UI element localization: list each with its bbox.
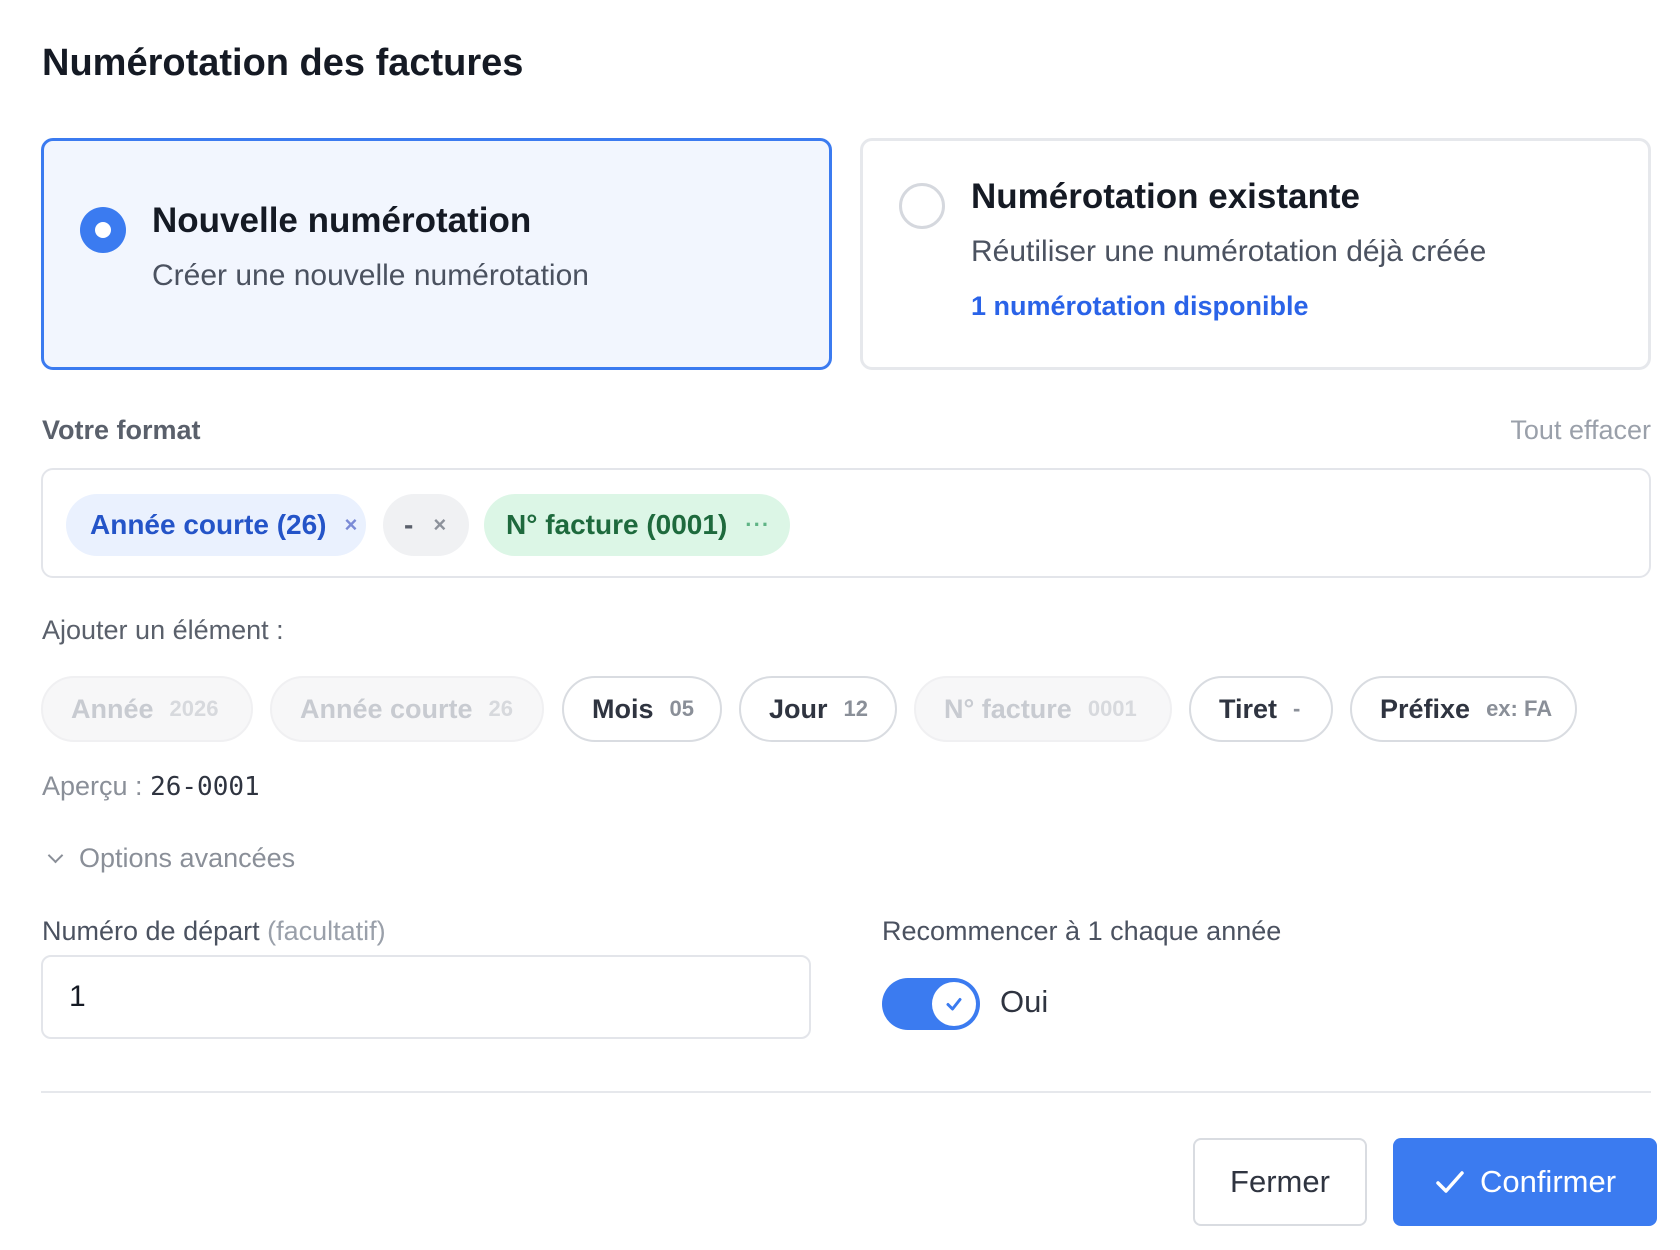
add-dash-button[interactable]: Tiret - — [1189, 676, 1333, 742]
option-existing-numbering[interactable]: Numérotation existante Réutiliser une nu… — [860, 138, 1651, 370]
page-title: Numérotation des factures — [42, 42, 524, 84]
start-number-label-text: Numéro de départ — [42, 916, 260, 946]
toggle-state-label: Oui — [1000, 984, 1049, 1019]
available-numberings-link[interactable]: 1 numérotation disponible — [971, 291, 1309, 322]
footer-divider — [41, 1091, 1651, 1093]
pill-label: Année — [71, 693, 154, 724]
pill-label: Préfixe — [1380, 693, 1471, 724]
close-button-label: Fermer — [1230, 1164, 1330, 1199]
pill-label: Année courte — [300, 693, 473, 724]
pill-sample: 26 — [488, 696, 514, 721]
pill-sample: 05 — [669, 696, 694, 721]
preview-value: 26-0001 — [150, 772, 260, 802]
more-options-icon[interactable]: ··· — [745, 512, 770, 538]
option-new-numbering[interactable]: Nouvelle numérotation Créer une nouvelle… — [41, 138, 832, 370]
add-invoice-number-button: N° facture 0001 — [914, 676, 1172, 742]
pill-sample: 12 — [843, 696, 868, 721]
add-prefix-button[interactable]: Préfixe ex: FA — [1350, 676, 1577, 742]
radio-unselected-icon[interactable] — [899, 183, 945, 229]
reset-yearly-toggle[interactable] — [882, 978, 980, 1030]
preview-label: Aperçu : — [42, 771, 143, 801]
close-button[interactable]: Fermer — [1193, 1138, 1367, 1226]
add-day-button[interactable]: Jour 12 — [739, 676, 897, 742]
confirm-button-label: Confirmer — [1479, 1164, 1617, 1199]
pill-sample: - — [1293, 696, 1301, 721]
add-element-label: Ajouter un élément : — [42, 615, 284, 645]
confirm-button[interactable]: Confirmer — [1393, 1138, 1657, 1226]
pill-sample: 0001 — [1087, 696, 1137, 721]
advanced-options-label: Options avancées — [79, 843, 296, 873]
option-existing-title: Numérotation existante — [971, 177, 1360, 216]
pill-label: Mois — [592, 693, 654, 724]
add-year-button: Année 2026 — [41, 676, 253, 742]
check-icon — [946, 998, 962, 1011]
check-icon — [1436, 1171, 1464, 1193]
radio-selected-icon[interactable] — [80, 207, 126, 253]
option-new-title: Nouvelle numérotation — [152, 201, 532, 240]
chip-label: N° facture (0001) — [506, 509, 728, 540]
chip-label: - — [404, 509, 414, 540]
optional-hint: (facultatif) — [267, 916, 386, 946]
remove-icon[interactable]: × — [345, 512, 358, 538]
format-builder: Année courte (26) × - × N° facture (0001… — [41, 468, 1651, 578]
pill-sample: 2026 — [169, 696, 219, 721]
pill-label: Tiret — [1219, 693, 1278, 724]
format-chip-short-year[interactable]: Année courte (26) × — [66, 494, 366, 556]
chevron-down-icon — [47, 847, 64, 864]
toggle-knob — [932, 982, 976, 1026]
start-number-label: Numéro de départ (facultatif) — [42, 916, 386, 947]
add-month-button[interactable]: Mois 05 — [562, 676, 722, 742]
pill-label: N° facture — [944, 693, 1072, 724]
pill-label: Jour — [769, 693, 828, 724]
advanced-options-toggle[interactable]: Options avancées — [44, 843, 295, 874]
format-chip-invoice-number[interactable]: N° facture (0001) ··· — [484, 494, 790, 556]
add-short-year-button: Année courte 26 — [270, 676, 544, 742]
format-chip-dash[interactable]: - × — [383, 494, 469, 556]
clear-all-link[interactable]: Tout effacer — [1510, 415, 1651, 446]
start-number-input[interactable] — [41, 955, 811, 1039]
pill-sample: ex: FA — [1486, 696, 1553, 721]
option-existing-subtitle: Réutiliser une numérotation déjà créée — [971, 235, 1487, 268]
remove-icon[interactable]: × — [433, 512, 446, 538]
chip-label: Année courte (26) — [90, 509, 327, 540]
preview: Aperçu : 26-0001 — [42, 771, 260, 802]
format-label: Votre format — [42, 415, 201, 445]
reset-yearly-label: Recommencer à 1 chaque année — [882, 916, 1282, 946]
option-new-subtitle: Créer une nouvelle numérotation — [152, 259, 589, 292]
